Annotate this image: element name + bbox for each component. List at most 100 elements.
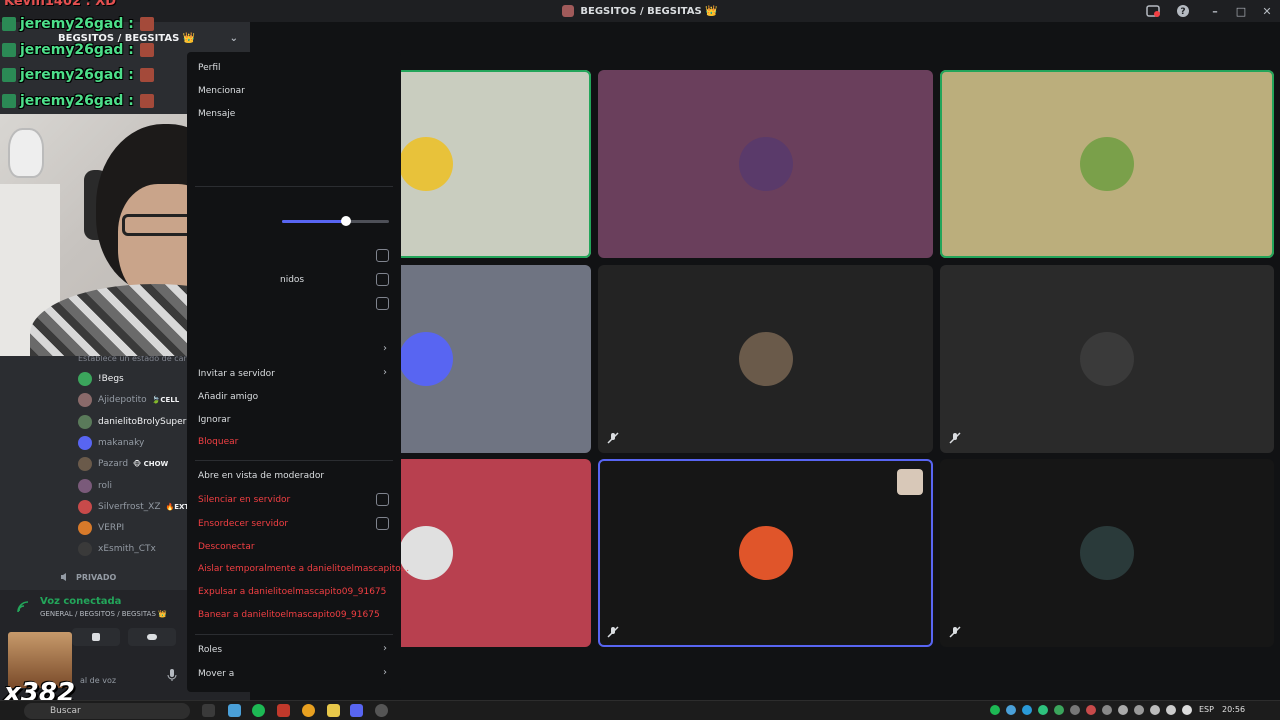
menu-item-roles[interactable]: Roles: [198, 645, 222, 655]
muted-mic-icon: [949, 626, 961, 638]
title-bar: BEGSITOS / BEGSITAS 👑 ? – □ ✕: [0, 0, 1280, 22]
participant-tile[interactable]: [940, 265, 1274, 453]
close-button[interactable]: ✕: [1254, 5, 1280, 18]
member-tag: 🍃CELL: [151, 396, 180, 405]
member-item[interactable]: Pazard 🐵 CHOW: [78, 455, 168, 473]
tray-icon[interactable]: [1118, 705, 1128, 715]
maximize-button[interactable]: □: [1228, 5, 1254, 18]
voice-footer-text: al de voz: [80, 676, 117, 685]
chevron-right-icon: ›: [383, 667, 387, 678]
member-item[interactable]: Silverfrost_XZ 🔥EXT: [78, 498, 189, 516]
menu-item-mention[interactable]: Mencionar: [198, 86, 245, 96]
chevron-right-icon: ›: [383, 643, 387, 654]
server-mute-checkbox[interactable]: [376, 493, 389, 506]
spotify-icon[interactable]: [252, 704, 265, 717]
menu-item-moderator-view[interactable]: Abre en vista de moderador: [198, 471, 324, 481]
member-item[interactable]: Ajidepotito 🍃CELL: [78, 391, 179, 409]
participant-tile[interactable]: [598, 70, 933, 258]
tray-icon[interactable]: [1006, 705, 1016, 715]
taskbar-search[interactable]: Buscar: [24, 703, 190, 719]
tray-mic-icon[interactable]: [1150, 705, 1160, 715]
games-button[interactable]: [128, 628, 176, 646]
volume-slider-fill: [282, 220, 347, 223]
voice-channel-privado[interactable]: PRIVADO: [60, 572, 116, 582]
menu-item-kick[interactable]: Expulsar a danielitoelmascapito09_91675: [198, 587, 386, 597]
menu-item-ban[interactable]: Banear a danielitoelmascapito09_91675: [198, 610, 380, 620]
clock[interactable]: 20:56: [1222, 705, 1245, 714]
tray-icon[interactable]: [1134, 705, 1144, 715]
svg-text:?: ?: [1180, 7, 1185, 17]
checkbox-2[interactable]: [376, 273, 389, 286]
chat-badge-icon: [2, 42, 16, 57]
rocket-icon: [92, 633, 100, 641]
menu-item-server-mute[interactable]: Silenciar en servidor: [198, 495, 290, 505]
member-item[interactable]: makanaky: [78, 434, 144, 452]
voice-status[interactable]: Voz conectada: [40, 596, 121, 607]
participant-tile[interactable]: [940, 70, 1274, 258]
participant-tile[interactable]: [598, 265, 933, 453]
chat-username: jeremy26gad :: [20, 16, 134, 32]
participant-tile[interactable]: [940, 459, 1274, 647]
menu-item-message[interactable]: Mensaje: [198, 109, 235, 119]
muted-mic-icon: [607, 626, 619, 638]
member-item[interactable]: xEsmith_CTx: [78, 540, 156, 558]
app-icon[interactable]: [375, 704, 388, 717]
menu-item-ignore[interactable]: Ignorar: [198, 415, 231, 425]
chevron-down-icon[interactable]: ⌄: [230, 33, 238, 44]
checkbox-3[interactable]: [376, 297, 389, 310]
menu-separator: [195, 460, 393, 461]
server-deafen-checkbox[interactable]: [376, 517, 389, 530]
member-name: VERPI: [98, 523, 125, 534]
member-item[interactable]: danielitoBrolySuperL...: [78, 413, 200, 431]
menu-item-add-friend[interactable]: Añadir amigo: [198, 392, 258, 402]
menu-separator: [195, 634, 393, 635]
window-title: BEGSITOS / BEGSITAS 👑: [580, 5, 718, 17]
volume-slider-knob[interactable]: [341, 216, 352, 226]
help-icon[interactable]: ?: [1176, 4, 1190, 18]
tray-icon[interactable]: [1054, 705, 1064, 715]
menu-item-move-to[interactable]: Mover a: [198, 669, 234, 679]
tray-volume-icon[interactable]: [1182, 705, 1192, 715]
tray-spotify-icon[interactable]: [990, 705, 1000, 715]
participant-tile[interactable]: [598, 459, 933, 647]
app-icon[interactable]: [277, 704, 290, 717]
member-item[interactable]: !Begs: [78, 370, 124, 388]
microphone-icon[interactable]: [166, 668, 178, 682]
tray-icon[interactable]: [1102, 705, 1112, 715]
discord-taskbar-icon[interactable]: [350, 704, 363, 717]
muted-mic-icon: [949, 432, 961, 444]
app-icon[interactable]: [228, 704, 241, 717]
tray-icon[interactable]: [1086, 705, 1096, 715]
member-name: Pazard: [98, 459, 129, 470]
gamepad-icon: [147, 634, 157, 640]
chat-message: jeremy26gad :: [2, 91, 154, 111]
checkbox-1[interactable]: [376, 249, 389, 262]
tray-icon[interactable]: [1022, 705, 1032, 715]
task-view-icon[interactable]: [202, 704, 215, 717]
chat-badge-icon: [2, 93, 16, 108]
member-item[interactable]: VERPI: [78, 519, 124, 537]
avatar: [78, 499, 92, 514]
menu-item-disconnect[interactable]: Desconectar: [198, 542, 255, 552]
plush-toy: [8, 128, 44, 178]
inbox-icon[interactable]: [1146, 4, 1160, 18]
menu-item-partial[interactable]: nidos: [280, 275, 304, 285]
tray-icon[interactable]: [1038, 705, 1048, 715]
menu-item-timeout[interactable]: Aislar temporalmente a danielitoelmascap…: [198, 564, 409, 574]
activity-button[interactable]: [72, 628, 120, 646]
folder-icon[interactable]: [327, 704, 340, 717]
voice-location[interactable]: GENERAL / BEGSITOS / BEGSITAS 👑: [40, 610, 167, 618]
menu-item-invite[interactable]: Invitar a servidor: [198, 369, 275, 379]
menu-item-block[interactable]: Bloquear: [198, 437, 238, 447]
member-name: roli: [98, 480, 113, 491]
chrome-icon[interactable]: [302, 704, 315, 717]
language-indicator[interactable]: ESP: [1199, 705, 1214, 714]
member-item[interactable]: roli: [78, 477, 112, 495]
user-context-menu: Perfil Mencionar Mensaje nidos › Invitar…: [187, 52, 409, 692]
menu-item-profile[interactable]: Perfil: [198, 63, 221, 73]
minimize-button[interactable]: –: [1202, 5, 1228, 18]
tray-network-icon[interactable]: [1166, 705, 1176, 715]
menu-item-server-deafen[interactable]: Ensordecer servidor: [198, 519, 288, 529]
participant-avatar: [1080, 137, 1134, 191]
tray-icon[interactable]: [1070, 705, 1080, 715]
